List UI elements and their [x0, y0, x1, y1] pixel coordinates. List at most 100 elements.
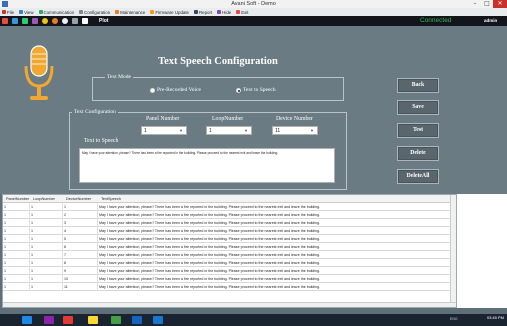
text-to-speech-input[interactable]: May I have your attention, please? There… [79, 148, 335, 183]
menu-label: Exit [241, 9, 249, 15]
table-cell: 1 [30, 211, 63, 219]
table-row[interactable]: 1 1 7 May I have your attention, please? Th… [3, 251, 456, 259]
taskbar-app-icon[interactable] [63, 316, 73, 324]
table-cell: 1 [30, 227, 63, 235]
table-row[interactable]: 1 1 4 May I have your attention, please? Th… [3, 227, 456, 235]
table-row[interactable]: 1 1 2 May I have your attention, please? Th… [3, 211, 456, 219]
taskbar: ENG 03:45 PM [0, 314, 507, 326]
table-cell: 1 [3, 235, 30, 243]
toolbar-tool-icon[interactable] [2, 18, 8, 24]
table-cell: 1 [30, 283, 63, 291]
table-cell: 1 [30, 243, 63, 251]
table-cell: 1 [3, 227, 30, 235]
table-row[interactable]: 1 1 5 May I have your attention, please? Th… [3, 235, 456, 243]
menu-firmware-update[interactable]: Firmware Update [150, 10, 189, 15]
table-row[interactable]: 1 1 3 May I have your attention, please? Th… [3, 219, 456, 227]
loop-number-select[interactable]: 1 ▼ [206, 126, 252, 135]
column-header[interactable]: TextSpeech [100, 195, 121, 203]
menu-maintenance[interactable]: Maintenance [115, 10, 145, 15]
taskbar-clock: 03:45 PM [486, 315, 504, 320]
prerecorded-radio[interactable]: Pre-Recorded Voice [150, 87, 201, 93]
menu-label: Hide [222, 9, 232, 15]
taskbar-app-icon[interactable] [22, 316, 32, 324]
toolbar: Plot Connected admin [0, 16, 507, 26]
close-button[interactable]: ✕ [493, 0, 507, 8]
tts-radio[interactable]: Text to Speech [236, 87, 276, 93]
taskbar-app-icon[interactable] [132, 316, 142, 324]
menu-file[interactable]: File [2, 10, 14, 15]
toolbar-tool-icon[interactable] [32, 18, 38, 24]
save-button[interactable]: Save [397, 100, 439, 115]
device-number-select[interactable]: 11 ▼ [272, 126, 318, 135]
maximize-button[interactable]: □ [481, 0, 493, 8]
menu-label: Firmware Update [155, 9, 189, 15]
table-row[interactable]: 1 1 8 May I have your attention, please? Th… [3, 259, 456, 267]
table-cell: 1 [3, 283, 30, 291]
text-configuration-legend: Text Configuration [72, 109, 118, 116]
minimize-button[interactable]: – [469, 0, 481, 8]
file-icon [2, 10, 6, 14]
menu-configuration[interactable]: Configuration [79, 10, 110, 15]
toolbar-tool-icon[interactable] [42, 18, 48, 24]
table-cell: May I have your attention, please? There… [98, 267, 453, 275]
table-cell: 1 [3, 211, 30, 219]
device-number-value: 11 [275, 128, 281, 134]
table-cell: 1 [30, 203, 63, 211]
menu-bar: File View Communication Configuration Mainte… [0, 8, 507, 16]
menu-report[interactable]: Report [193, 10, 212, 15]
menu-hide[interactable]: Hide [217, 10, 231, 15]
table-row[interactable]: 1 1 10 May I have your attention, please? T… [3, 275, 456, 283]
column-header[interactable]: DeviceNumber [65, 195, 91, 203]
toolbar-tool-icon[interactable] [12, 18, 18, 24]
table-cell: May I have your attention, please? There… [98, 211, 453, 219]
taskbar-app-icon[interactable] [44, 316, 54, 324]
table-row[interactable]: 1 1 11 May I have your attention, please? T… [3, 283, 456, 291]
column-header[interactable]: PanelNumber [5, 195, 29, 203]
table-cell: 1 [3, 267, 30, 275]
hide-icon [217, 10, 222, 14]
toolbar-tool-icon[interactable] [22, 18, 28, 24]
table-row[interactable]: 1 1 9 May I have your attention, please? Th… [3, 267, 456, 275]
window-title: Avani Soft - Demo [231, 1, 276, 7]
delete-all-button[interactable]: DeleteAll [397, 169, 439, 184]
report-icon [193, 10, 198, 14]
table-cell: 1 [63, 203, 98, 211]
back-button[interactable]: Back [397, 78, 439, 93]
text-to-speech-label: Text to Speech [84, 138, 119, 144]
plot-button[interactable]: Plot [99, 16, 108, 26]
chevron-down-icon: ▼ [179, 128, 183, 133]
table-cell: 1 [30, 235, 63, 243]
table-cell: 11 [63, 283, 98, 291]
toolbar-tool-icon[interactable] [72, 18, 78, 24]
menu-communication[interactable]: Communication [38, 10, 74, 15]
horizontal-scrollbar[interactable] [3, 302, 456, 307]
table-cell: May I have your attention, please? There… [98, 227, 453, 235]
taskbar-app-icon[interactable] [153, 316, 163, 324]
text-mode-legend: Text Mode [105, 74, 133, 81]
table-cell: 1 [30, 267, 63, 275]
prerecorded-label: Pre-Recorded Voice [157, 87, 201, 93]
panel-number-select[interactable]: 1 ▼ [141, 126, 187, 135]
menu-view[interactable]: View [19, 10, 34, 15]
toolbar-tool-icon[interactable] [62, 18, 68, 24]
menu-label: Maintenance [120, 9, 146, 15]
delete-button[interactable]: Delete [397, 146, 439, 161]
taskbar-app-icon[interactable] [88, 316, 98, 324]
loop-number-value: 1 [209, 128, 212, 134]
column-header[interactable]: LoopNumber [32, 195, 55, 203]
toolbar-tool-icon[interactable] [52, 18, 58, 24]
table-row[interactable]: 1 1 1 May I have your attention, please? Th… [3, 203, 456, 211]
window-controls: – □ ✕ [469, 0, 507, 8]
text-mode-group: Text Mode [92, 74, 344, 101]
menu-exit[interactable]: Exit [236, 9, 249, 15]
test-button[interactable]: Test [397, 123, 439, 138]
taskbar-app-icon[interactable] [111, 316, 121, 324]
toolbar-tool-icon[interactable] [82, 18, 88, 24]
vertical-scrollbar[interactable] [450, 195, 456, 307]
panel-number-label: Panel Number [146, 116, 180, 122]
chevron-down-icon: ▼ [244, 128, 248, 133]
device-number-label: Device Number [276, 116, 313, 122]
table-cell: May I have your attention, please? There… [98, 259, 453, 267]
table-cell: 1 [3, 219, 30, 227]
table-row[interactable]: 1 1 6 May I have your attention, please? Th… [3, 243, 456, 251]
